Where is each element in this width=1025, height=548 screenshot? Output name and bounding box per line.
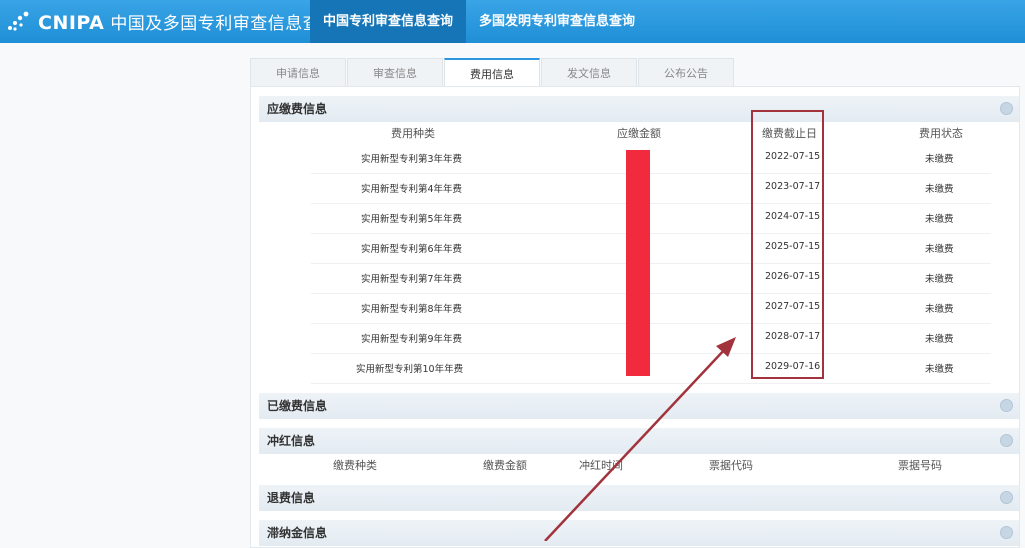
fee-status: 未缴费 [925,154,954,165]
fee-type: 实用新型专利第8年年费 [361,304,463,315]
logo-subtitle: 中国及多国专利审查信息查询 [110,14,338,34]
table-row: 实用新型专利第3年年费 2022-07-15 未缴费 [311,143,991,174]
collapse-toggle-icon[interactable] [1000,434,1013,447]
fee-type: 实用新型专利第10年年费 [356,364,464,375]
refund-header[interactable]: 退费信息 [259,485,1019,511]
fee-status: 未缴费 [925,274,954,285]
table-row: 实用新型专利第8年年费 2027-07-15 未缴费 [311,293,991,324]
logo-icon [8,11,29,31]
col-payment-amount: 缴费金额 [483,459,527,472]
tab-publication[interactable]: 公布公告 [638,58,734,86]
paid-fees-header[interactable]: 已缴费信息 [259,393,1019,419]
late-fee-header[interactable]: 滞纳金信息 [259,520,1019,546]
col-bill-code: 票据代码 [709,459,753,472]
fee-status: 未缴费 [925,334,954,345]
paid-fees-title: 已缴费信息 [267,399,328,413]
expand-toggle-icon[interactable] [1000,491,1013,504]
nav-multi-country-patent-search[interactable]: 多国发明专利审查信息查询 [466,0,648,43]
table-row: 实用新型专利第9年年费 2028-07-17 未缴费 [311,323,991,354]
col-amount-due: 应缴金额 [617,127,661,140]
tab-fee-info[interactable]: 费用信息 [444,58,540,86]
table-row: 实用新型专利第5年年费 2024-07-15 未缴费 [311,203,991,234]
expand-toggle-icon[interactable] [1000,399,1013,412]
fee-status: 未缴费 [925,244,954,255]
logo-text: CNIPA 中国及多国专利审查信息查询 [38,9,338,34]
col-fee-type: 费用种类 [391,127,435,140]
table-row: 实用新型专利第10年年费 2029-07-16 未缴费 [311,353,991,384]
payable-fees-title: 应缴费信息 [267,102,328,116]
col-bill-number: 票据号码 [898,459,942,472]
logo[interactable]: CNIPA 中国及多国专利审查信息查询 [0,0,337,43]
expand-toggle-icon[interactable] [1000,526,1013,539]
fee-type: 实用新型专利第7年年费 [361,274,463,285]
col-reversal-time: 冲红时间 [579,459,623,472]
table-row: 实用新型专利第4年年费 2023-07-17 未缴费 [311,173,991,204]
logo-brand: CNIPA [38,12,105,34]
collapse-toggle-icon[interactable] [1000,102,1013,115]
info-tabs: 申请信息 审查信息 费用信息 发文信息 公布公告 [250,58,735,86]
fee-type: 实用新型专利第5年年费 [361,214,463,225]
fee-status: 未缴费 [925,214,954,225]
deadline-highlight-box [751,110,824,379]
top-header-bar: CNIPA 中国及多国专利审查信息查询 中国专利审查信息查询 多国发明专利审查信息… [0,0,1025,43]
table-row: 实用新型专利第6年年费 2025-07-15 未缴费 [311,233,991,264]
payable-fees-header[interactable]: 应缴费信息 [259,96,1019,122]
amount-redaction [626,150,650,376]
fee-type: 实用新型专利第9年年费 [361,334,463,345]
col-payment-type: 缴费种类 [333,459,377,472]
fee-type: 实用新型专利第6年年费 [361,244,463,255]
tab-examination-info[interactable]: 审查信息 [347,58,443,86]
fee-status: 未缴费 [925,364,954,375]
reversal-header[interactable]: 冲红信息 [259,428,1019,454]
table-row: 实用新型专利第7年年费 2026-07-15 未缴费 [311,263,991,294]
nav-china-patent-search[interactable]: 中国专利审查信息查询 [310,0,467,43]
fee-type: 实用新型专利第4年年费 [361,184,463,195]
late-fee-title: 滞纳金信息 [267,526,328,540]
fee-status: 未缴费 [925,184,954,195]
top-nav: 中国专利审查信息查询 多国发明专利审查信息查询 [310,0,648,43]
fee-type: 实用新型专利第3年年费 [361,154,463,165]
reversal-title: 冲红信息 [267,434,316,448]
fee-status: 未缴费 [925,304,954,315]
col-fee-status: 费用状态 [919,127,963,140]
refund-title: 退费信息 [267,491,316,505]
tab-notice-info[interactable]: 发文信息 [541,58,637,86]
tab-application-info[interactable]: 申请信息 [250,58,346,86]
